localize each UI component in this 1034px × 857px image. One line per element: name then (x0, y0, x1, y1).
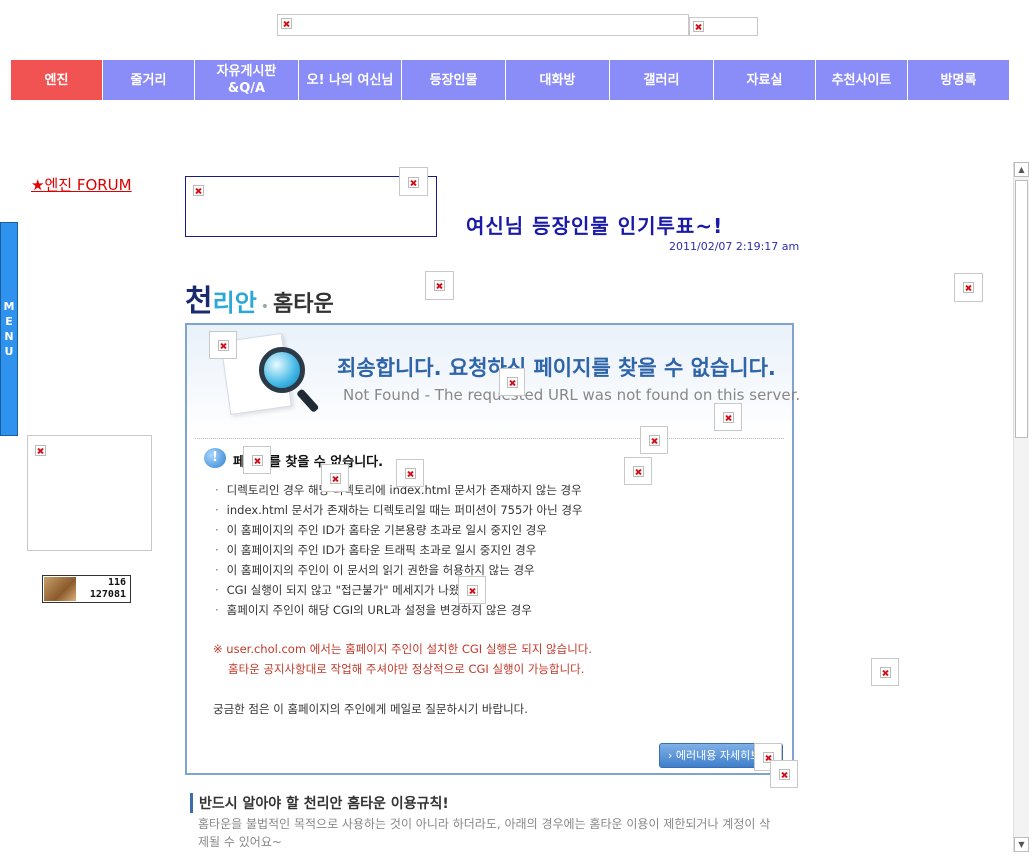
floating-image (321, 464, 349, 492)
broken-image-icon (218, 340, 229, 351)
error-subtitle: Not Found - The requested URL was not fo… (343, 386, 801, 404)
broken-image-icon (779, 769, 790, 780)
contact-text: 궁금한 점은 이 홈페이지의 주인에게 메일로 질문하시기 바랍니다. (213, 702, 528, 716)
broken-image-icon (405, 468, 416, 479)
broken-image-icon (193, 185, 204, 196)
broken-image-icon (633, 466, 644, 477)
nav-item-board[interactable]: 자유게시판 &Q/A (195, 60, 299, 100)
rules-title: 반드시 알아야 할 천리안 홈타운 이용규칙! (190, 793, 449, 813)
header-banner-image (277, 14, 689, 36)
chollian-hometown-logo: 천리안 • 홈타운 (185, 276, 334, 320)
floating-image (396, 459, 424, 487)
floating-image (243, 446, 271, 474)
floating-image (425, 271, 454, 300)
reason-list: 디렉토리인 경우 해당 디렉토리에 index.html 문서가 존재하지 않는… (215, 480, 583, 620)
list-item: CGI 실행이 되지 않고 "접근불가" 메세지가 나왔다면 (215, 580, 583, 600)
menu-tab-letter: E (5, 315, 13, 328)
floating-image (640, 426, 668, 454)
floating-image (209, 331, 237, 359)
broken-image-icon (408, 177, 419, 188)
cgi-notice: ※ user.chol.com 에서는 홈페이지 주인이 설치한 CGI 실행은… (213, 642, 593, 656)
floating-image (399, 167, 428, 196)
forum-link[interactable]: ★엔진 FORUM (31, 174, 132, 195)
nav-item-story[interactable]: 줄거리 (103, 60, 195, 100)
list-item: 이 홈페이지의 주인 ID가 홈타운 트래픽 초과로 일시 중지인 경우 (215, 540, 583, 560)
page-datetime: 2011/02/07 2:19:17 am (669, 240, 800, 253)
list-item: index.html 문서가 존재하는 디렉토리일 때는 퍼미션이 755가 아… (215, 500, 583, 520)
logo-dot: • (260, 299, 270, 315)
rules-text: 홈타운을 불법적인 목적으로 사용하는 것이 아니라 하더라도, 아래의 경우에… (198, 817, 771, 849)
sidebar-image (27, 435, 152, 551)
nav-item-links[interactable]: 추천사이트 (816, 60, 908, 100)
broken-image-icon (693, 21, 704, 32)
list-item: 이 홈페이지의 주인이 이 문서의 읽기 권한을 허용하지 않는 경우 (215, 560, 583, 580)
counter-avatar (44, 577, 76, 601)
broken-image-icon (507, 377, 518, 388)
logo-part: 홈타운 (273, 292, 334, 317)
menu-tab-letter: U (4, 345, 14, 358)
scroll-thumb[interactable] (1015, 180, 1028, 438)
nav-item-goddess[interactable]: 오! 나의 여신님 (299, 60, 402, 100)
page-headline: 여신님 등장인물 인기투표~! (466, 214, 724, 238)
counter-total: 127081 (89, 589, 126, 600)
menu-tab-letter: M (3, 300, 15, 313)
broken-image-icon (649, 435, 660, 446)
logo-part: 리안 (212, 289, 257, 317)
nav-item-chat[interactable]: 대화방 (506, 60, 610, 100)
nav-item-guestbook[interactable]: 방명록 (908, 60, 1009, 100)
broken-image-icon (330, 473, 341, 484)
nav-item-engine[interactable]: 엔진 (11, 60, 103, 100)
broken-image-icon (467, 585, 478, 596)
list-item: 이 홈페이지의 주인 ID가 홈타운 기본용량 초과로 일시 중지인 경우 (215, 520, 583, 540)
floating-image (954, 273, 983, 302)
floating-image (458, 576, 486, 604)
error-title: 죄송합니다. 요청하신 페이지를 찾을 수 없습니다. (337, 356, 776, 380)
broken-image-icon (434, 280, 445, 291)
visitor-counter: 116 127081 (42, 575, 131, 603)
logo-part: 천 (185, 284, 213, 319)
error-panel: 죄송합니다. 요청하신 페이지를 찾을 수 없습니다. Not Found - … (185, 323, 800, 775)
floating-image (499, 368, 525, 396)
scroll-down-icon[interactable]: ▼ (1014, 837, 1029, 852)
broken-image-icon (723, 412, 734, 423)
cgi-notice: 홈타운 공지사항대로 작업해 주셔야만 정상적으로 CGI 실행이 가능합니다. (228, 662, 585, 676)
broken-image-icon (35, 445, 46, 456)
floating-image (770, 760, 798, 788)
scrollbar[interactable]: ▲ ▼ (1013, 162, 1029, 852)
header-small-image (689, 17, 758, 36)
list-item: 홈페이지 주인이 해당 CGI의 URL과 설정을 변경하지 않은 경우 (215, 600, 583, 620)
broken-image-icon (963, 282, 974, 293)
nav-item-library[interactable]: 자료실 (714, 60, 816, 100)
broken-image (190, 182, 208, 202)
scroll-up-icon[interactable]: ▲ (1014, 162, 1029, 177)
nav-item-gallery[interactable]: 갤러리 (610, 60, 714, 100)
side-menu-tab[interactable]: M E N U (0, 222, 18, 436)
broken-image-icon (281, 18, 292, 29)
menu-tab-letter: N (4, 330, 14, 343)
main-nav: 엔진 줄거리 자유게시판 &Q/A 오! 나의 여신님 등장인물 대화방 갤러리… (11, 60, 1009, 100)
broken-image-icon (880, 667, 891, 678)
info-icon: ! (204, 448, 226, 468)
floating-image (714, 403, 742, 431)
nav-item-characters[interactable]: 등장인물 (402, 60, 506, 100)
floating-image (624, 457, 652, 485)
magnifier-icon (259, 347, 305, 393)
broken-image-icon (252, 455, 263, 466)
floating-image (871, 658, 899, 686)
counter-today: 116 (107, 577, 126, 588)
divider (195, 438, 784, 439)
